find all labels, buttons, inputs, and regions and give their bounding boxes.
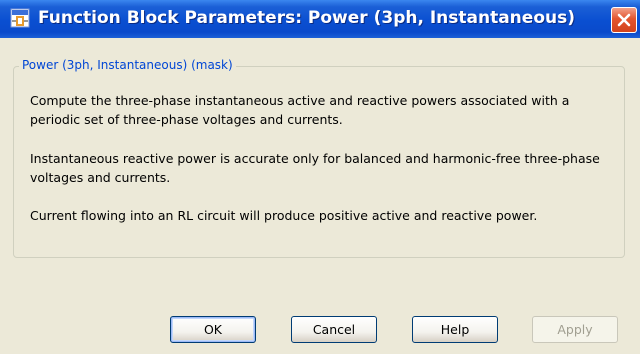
simulink-block-icon: [10, 8, 30, 28]
dialog-window: Function Block Parameters: Power (3ph, I…: [0, 0, 640, 354]
description-paragraph: Instantaneous reactive power is accurate…: [30, 151, 600, 185]
close-button[interactable]: [611, 7, 637, 33]
cancel-button[interactable]: Cancel: [291, 316, 377, 343]
close-icon: [617, 13, 631, 27]
help-button[interactable]: Help: [412, 316, 498, 343]
apply-button: Apply: [532, 316, 618, 343]
description-paragraph: Compute the three-phase instantaneous ac…: [30, 93, 570, 127]
title-bar[interactable]: Function Block Parameters: Power (3ph, I…: [0, 0, 640, 38]
group-legend: Power (3ph, Instantaneous) (mask): [19, 58, 236, 72]
description-paragraph: Current flowing into an RL circuit will …: [30, 208, 538, 223]
window-title: Function Block Parameters: Power (3ph, I…: [38, 8, 575, 28]
ok-button[interactable]: OK: [170, 316, 256, 343]
